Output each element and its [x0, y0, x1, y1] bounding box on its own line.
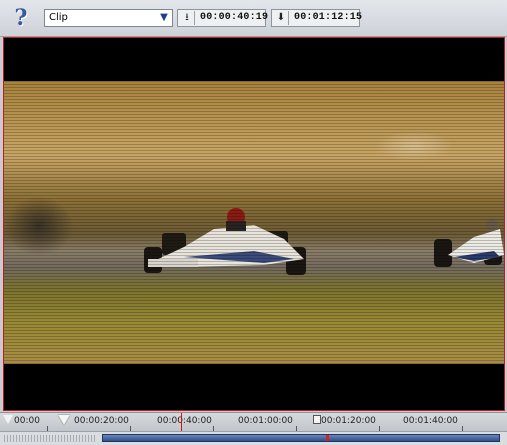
playhead[interactable] — [181, 413, 182, 431]
timeline[interactable]: 00:00 00:00:20:00 00:00:40:00 00:01:00:0… — [0, 412, 507, 445]
ruler-label: 00:00:40:00 — [157, 416, 212, 426]
ruler-label: 00:01:40:00 — [403, 416, 458, 426]
mark-in-timecode[interactable]: ⭳ 00:00:40:19 — [177, 9, 269, 27]
scrollbar-thumb[interactable] — [102, 434, 500, 442]
mark-in-icon[interactable]: ⭳ — [180, 11, 195, 25]
scrollbar-grip[interactable] — [4, 435, 96, 442]
ruler-label: 00:01:00:00 — [238, 416, 293, 426]
out-point-marker-icon[interactable] — [313, 415, 321, 424]
timeline-ruler[interactable]: 00:00 00:00:20:00 00:00:40:00 00:01:00:0… — [0, 413, 507, 432]
mark-out-icon[interactable]: ⬇ — [274, 11, 289, 25]
video-frame — [4, 81, 504, 364]
toolbar: ? Clip ▼ ⭳ 00:00:40:19 ⬇ 00:01:12:15 — [0, 0, 507, 37]
start-marker-icon[interactable] — [3, 415, 13, 424]
help-icon[interactable]: ? — [10, 6, 32, 30]
source-select-value: Clip — [49, 12, 68, 23]
mark-out-timecode[interactable]: ⬇ 00:01:12:15 — [271, 9, 363, 27]
ruler-label: 00:00 — [14, 416, 40, 426]
current-position-indicator — [326, 435, 329, 441]
source-select[interactable]: Clip ▼ — [44, 9, 173, 27]
in-point-marker-icon[interactable] — [58, 415, 70, 425]
ruler-label: 00:00:20:00 — [74, 416, 129, 426]
mark-in-time: 00:00:40:19 — [200, 12, 269, 23]
mark-out-time: 00:01:12:15 — [294, 12, 363, 23]
chevron-down-icon[interactable]: ▼ — [158, 11, 170, 25]
video-viewer[interactable] — [3, 37, 505, 411]
ruler-label: 00:01:20:00 — [321, 416, 376, 426]
timeline-scrollbar[interactable] — [0, 432, 507, 445]
